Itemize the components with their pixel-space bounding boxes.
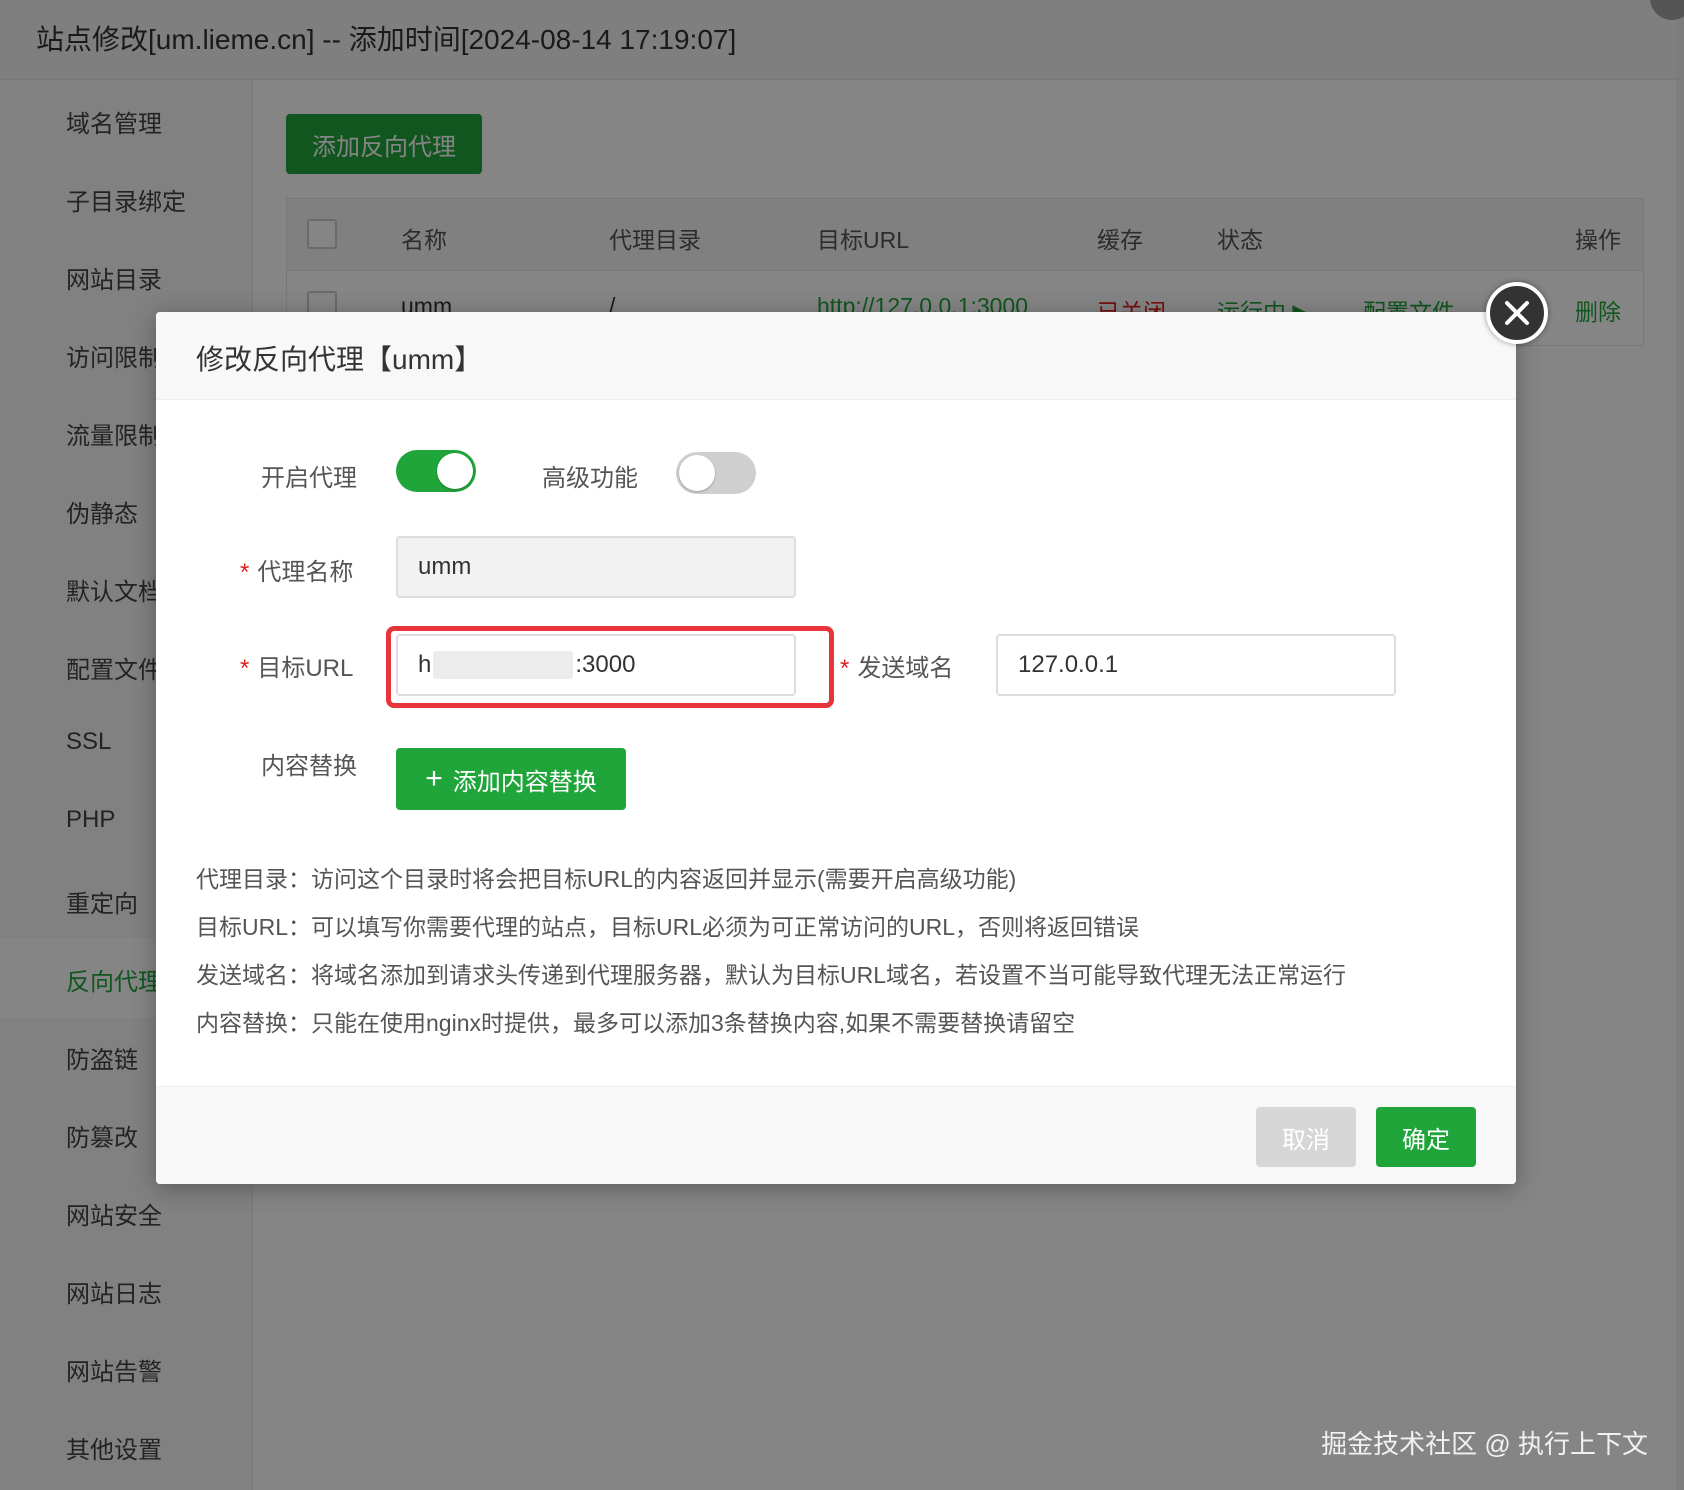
enable-proxy-label: 开启代理 <box>261 465 357 492</box>
plus-icon: + <box>425 762 443 795</box>
close-icon[interactable] <box>1486 282 1548 344</box>
advanced-toggle[interactable] <box>676 452 756 494</box>
proxy-name-field[interactable]: umm <box>396 536 796 598</box>
redacted-area <box>433 651 574 679</box>
help-target-url: 目标URL：可以填写你需要代理的站点，目标URL必须为可正常访问的URL，否则将… <box>196 914 1140 940</box>
send-domain-label-text: 发送域名 <box>857 655 954 682</box>
send-domain-field[interactable]: 127.0.0.1 <box>996 634 1396 696</box>
required-mark: * <box>240 655 250 682</box>
target-url-field[interactable]: h :3000 <box>396 634 796 696</box>
help-send-domain: 发送域名：将域名添加到请求头传递到代理服务器，默认为目标URL域名，若设置不当可… <box>196 962 1347 988</box>
target-url-label-text: 目标URL <box>257 655 354 682</box>
help-content-replace: 内容替换：只能在使用nginx时提供，最多可以添加3条替换内容,如果不需要替换请… <box>196 1010 1076 1036</box>
proxy-name-label-text: 代理名称 <box>257 559 354 586</box>
dialog-footer: 取消 确定 <box>156 1086 1516 1184</box>
required-mark: * <box>840 655 850 682</box>
enable-proxy-toggle[interactable] <box>396 450 476 492</box>
cancel-button[interactable]: 取消 <box>1256 1107 1356 1167</box>
help-proxy-dir: 代理目录：访问这个目录时将会把目标URL的内容返回并显示(需要开启高级功能) <box>196 866 1017 892</box>
edit-proxy-dialog: 修改反向代理【umm】 开启代理 高级功能 * 代理名称 umm * 目标URL h… <box>156 282 1548 1184</box>
content-replace-label: 内容替换 <box>261 753 357 780</box>
target-url-prefix: h <box>418 651 432 678</box>
advanced-label: 高级功能 <box>542 465 638 492</box>
toggle-knob <box>679 455 715 491</box>
confirm-button[interactable]: 确定 <box>1376 1107 1476 1167</box>
toggle-knob <box>437 453 473 489</box>
target-url-label: * 目标URL <box>240 648 353 683</box>
watermark: 掘金技术社区 @ 执行上下文 <box>1321 1429 1648 1459</box>
required-mark: * <box>240 559 250 586</box>
add-content-replace-button[interactable]: + 添加内容替换 <box>396 748 626 810</box>
send-domain-label: * 发送域名 <box>840 648 953 683</box>
add-content-replace-label: 添加内容替换 <box>452 768 597 796</box>
dialog-header: 修改反向代理【umm】 <box>156 312 1516 400</box>
target-url-suffix: :3000 <box>575 651 636 678</box>
dialog-title: 修改反向代理【umm】 <box>196 344 483 375</box>
proxy-name-label: * 代理名称 <box>240 552 353 587</box>
